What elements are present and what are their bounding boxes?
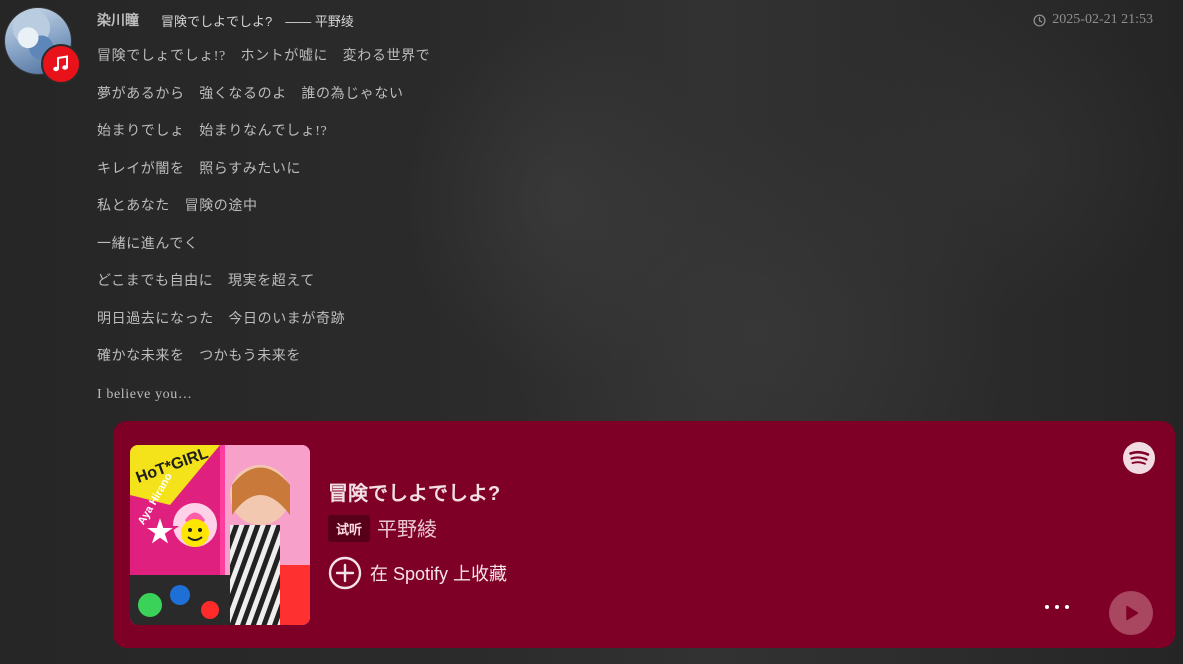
- lyric-line: 始まりでしょ 始まりなんでしょ!?: [97, 124, 328, 139]
- lyric-line: 私とあなた 冒険の途中: [97, 199, 258, 214]
- lyric-line: I believe you…: [97, 386, 193, 402]
- artist-name[interactable]: 平野綾: [377, 513, 437, 542]
- dot: [1055, 605, 1059, 609]
- save-on-spotify-button[interactable]: 在 Spotify 上收藏: [328, 556, 507, 590]
- preview-badge: 试听: [328, 515, 371, 542]
- post-timestamp: 2025-02-21 21:53: [1033, 12, 1153, 28]
- lyric-line: キレイが闇を 照らすみたいに: [97, 161, 302, 177]
- dot: [1065, 605, 1069, 609]
- song-reference: 冒険でしよでしよ? —— 平野绫: [161, 13, 354, 29]
- post-header: 染川瞳 冒険でしよでしよ? —— 平野绫: [97, 10, 354, 30]
- dot: [1045, 605, 1049, 609]
- lyric-line: 夢があるから 強くなるのよ 誰の為じゃない: [97, 86, 404, 102]
- spotify-embed-card[interactable]: HoT*GIRL Aya Hirano 冒険でしよでしよ? 试听 平野綾 在 S…: [113, 421, 1175, 648]
- more-dots-icon[interactable]: [1037, 597, 1077, 617]
- username[interactable]: 染川瞳: [97, 10, 139, 30]
- spotify-icon[interactable]: [1122, 441, 1156, 475]
- clock-icon: [1033, 13, 1046, 27]
- save-label: 在 Spotify 上收藏: [370, 564, 508, 584]
- timestamp-text: 2025-02-21 21:53: [1052, 12, 1153, 27]
- lyrics-list: 冒険でしょでしょ!? ホントが嘘に 変わる世界で 夢があるから 強くなるのよ 誰…: [97, 46, 430, 421]
- lyric-line: 確かな未来を つかもう未来を: [97, 349, 301, 364]
- album-cover[interactable]: HoT*GIRL Aya Hirano: [130, 445, 310, 625]
- lyric-line: 明日過去になった 今日のいまが奇跡: [97, 311, 346, 327]
- plus-circle-icon: [328, 556, 362, 590]
- track-title[interactable]: 冒険でしよでしよ?: [328, 477, 500, 506]
- user-avatar-wrap[interactable]: [5, 8, 81, 84]
- lyric-line: 冒険でしょでしょ!? ホントが嘘に 変わる世界で: [97, 49, 431, 64]
- lyric-line: どこまでも自由に 現実を超えて: [97, 274, 315, 289]
- lyric-line: 一緒に進んでく: [97, 236, 199, 252]
- music-note-icon: [41, 44, 81, 84]
- play-button[interactable]: [1109, 591, 1153, 635]
- play-icon: [1126, 605, 1139, 621]
